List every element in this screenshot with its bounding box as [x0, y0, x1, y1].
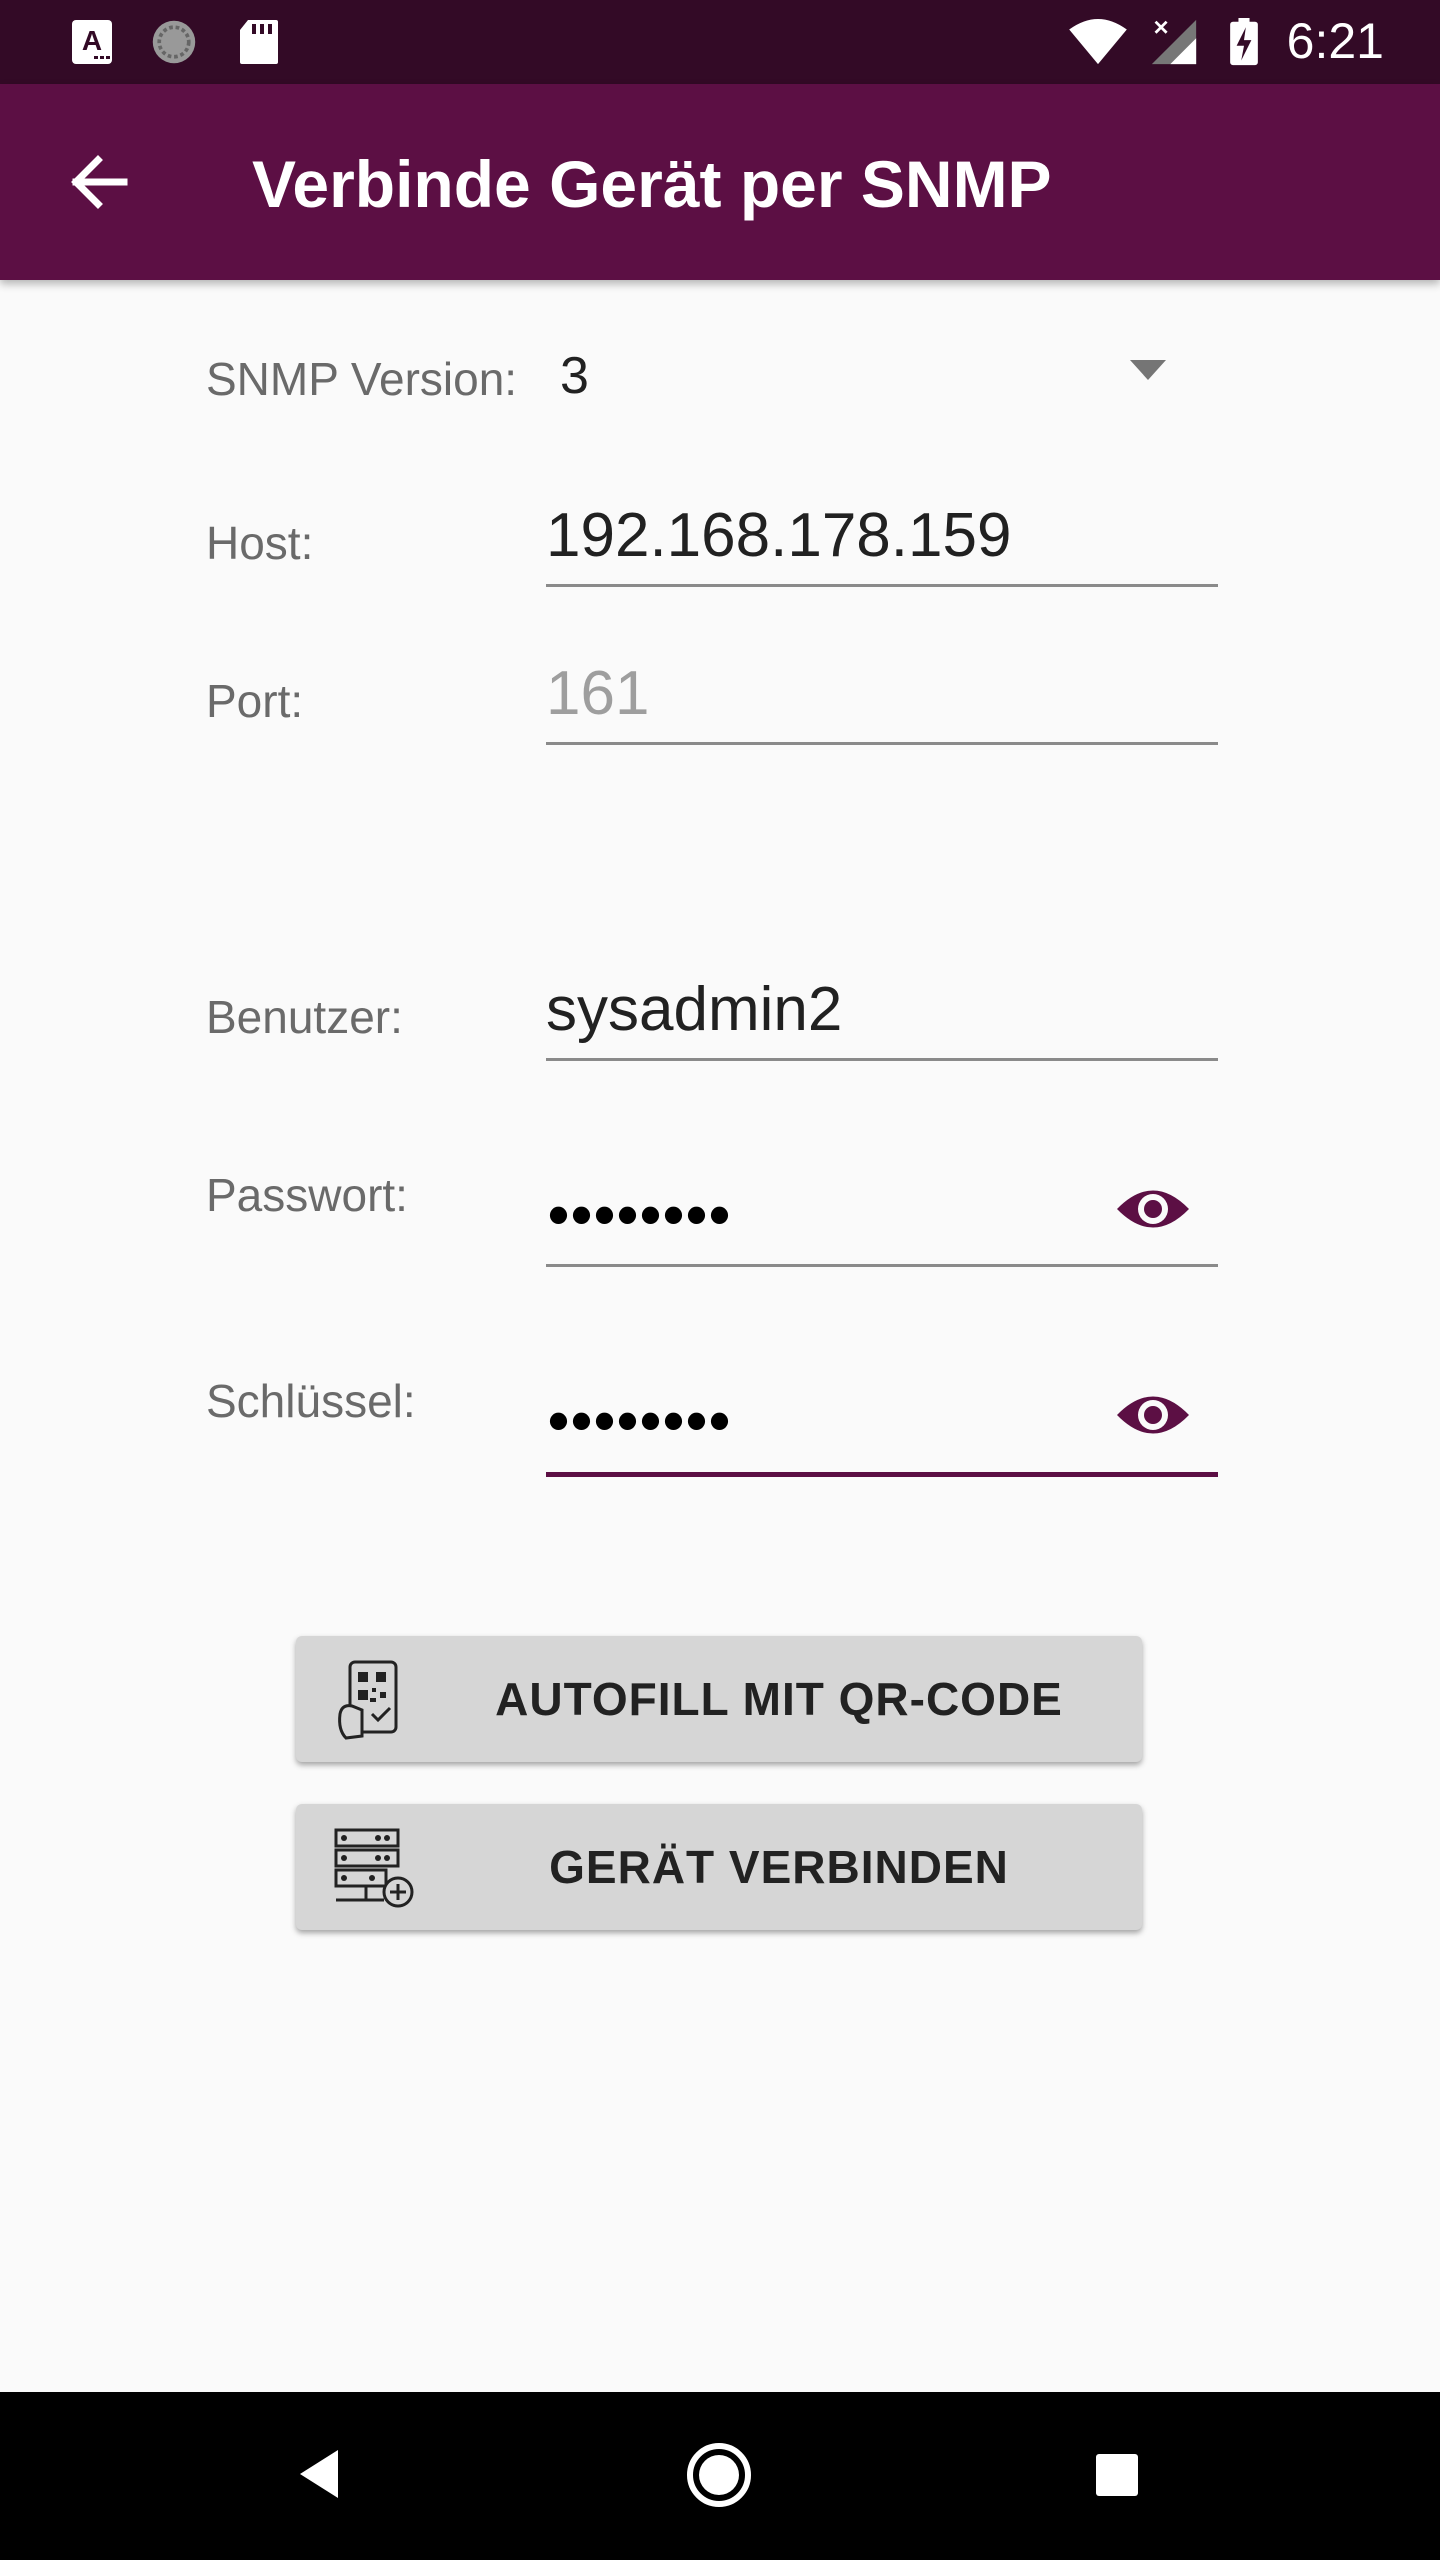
host-value: 192.168.178.159	[546, 501, 1012, 570]
snmp-version-select[interactable]	[540, 330, 1190, 420]
port-input[interactable]: 161	[546, 648, 1218, 745]
snmp-version-label: SNMP Version:	[206, 353, 518, 405]
dropdown-arrow-icon[interactable]	[1130, 360, 1166, 380]
status-bar: A 6:21	[0, 0, 1440, 84]
back-arrow-icon[interactable]	[54, 136, 146, 228]
navigation-bar	[0, 2392, 1440, 2560]
autofill-qr-button[interactable]: AUTOFILL MIT QR-CODE	[296, 1636, 1142, 1762]
eye-icon[interactable]	[1114, 1170, 1192, 1248]
sync-icon	[152, 20, 196, 64]
nav-home-icon[interactable]	[686, 2442, 752, 2508]
port-label: Port:	[206, 675, 304, 727]
eye-icon[interactable]	[1114, 1376, 1192, 1454]
port-placeholder: 161	[546, 659, 650, 728]
sd-card-icon	[240, 20, 278, 64]
user-label: Benutzer:	[206, 991, 403, 1043]
clock: 6:21	[1286, 13, 1384, 69]
server-add-icon	[334, 1828, 414, 1908]
password-label: Passwort:	[206, 1169, 408, 1221]
key-label: Schlüssel:	[206, 1375, 416, 1427]
user-input[interactable]: sysadmin2	[546, 964, 1218, 1061]
text-icon: A	[72, 20, 112, 64]
nav-back-icon[interactable]	[298, 2448, 340, 2500]
key-input[interactable]: ••••••••	[546, 1354, 1218, 1477]
connect-device-label: GERÄT VERBINDEN	[549, 1841, 1009, 1893]
battery-charging-icon	[1230, 18, 1258, 66]
user-value: sysadmin2	[546, 975, 843, 1044]
autofill-qr-label: AUTOFILL MIT QR-CODE	[495, 1673, 1063, 1725]
connect-device-button[interactable]: GERÄT VERBINDEN	[296, 1804, 1142, 1930]
wifi-icon	[1069, 18, 1127, 65]
password-masked: ••••••••	[548, 1181, 733, 1248]
qr-phone-icon	[338, 1660, 398, 1740]
no-signal-icon	[1151, 19, 1197, 65]
app-bar: Verbinde Gerät per SNMP	[0, 84, 1440, 280]
host-input[interactable]: 192.168.178.159	[546, 490, 1218, 587]
host-label: Host:	[206, 517, 314, 569]
svg-text:A: A	[82, 25, 102, 56]
snmp-version-value: 3	[560, 347, 589, 405]
page-title: Verbinde Gerät per SNMP	[252, 147, 1052, 221]
key-masked: ••••••••	[548, 1387, 733, 1454]
password-input[interactable]: ••••••••	[546, 1150, 1218, 1267]
nav-recents-icon[interactable]	[1096, 2454, 1138, 2496]
